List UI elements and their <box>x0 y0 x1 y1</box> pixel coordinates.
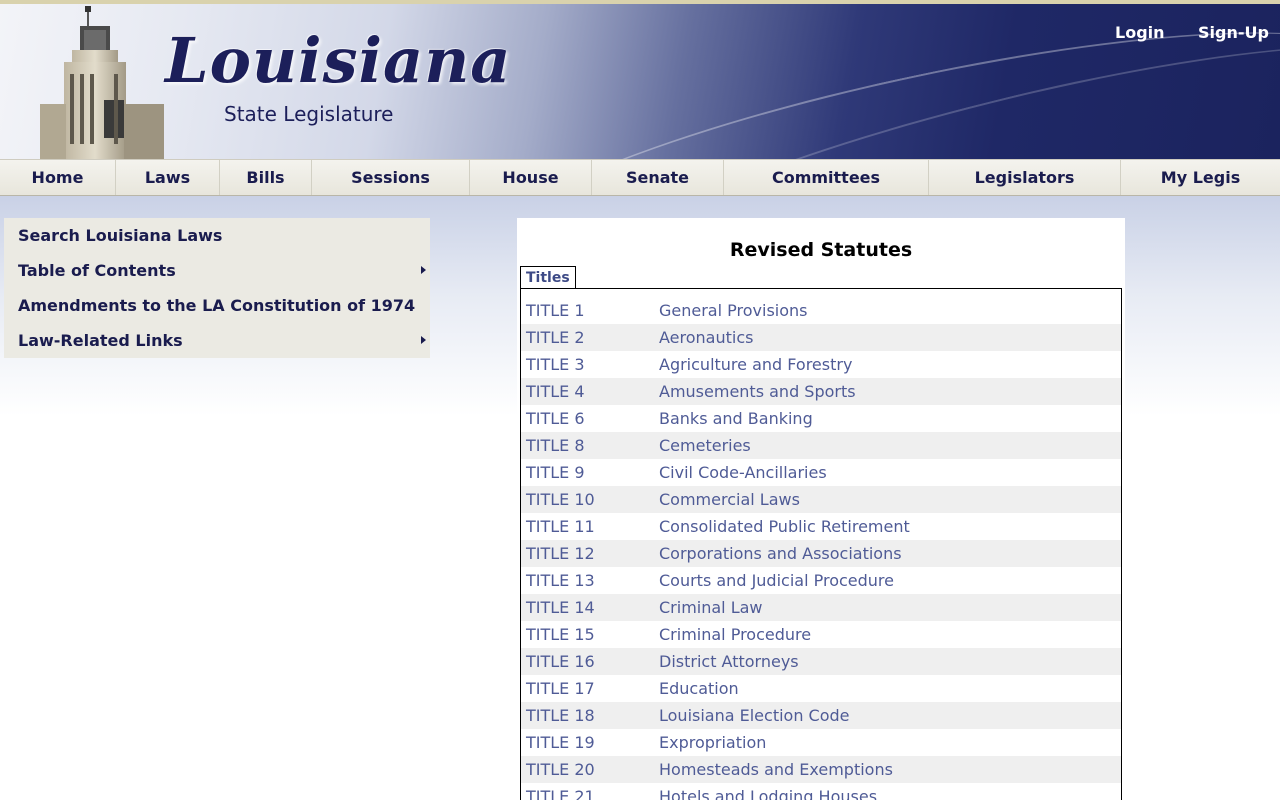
table-row: TITLE 18 Louisiana Election Code <box>521 702 1121 729</box>
table-row: TITLE 3 Agriculture and Forestry <box>521 351 1121 378</box>
sidebar-item-table-of-contents[interactable]: Table of Contents <box>4 253 430 288</box>
table-row: TITLE 6 Banks and Banking <box>521 405 1121 432</box>
title-number-link[interactable]: TITLE 1 <box>521 301 659 320</box>
title-name-link[interactable]: Aeronautics <box>659 328 753 347</box>
nav-item-senate[interactable]: Senate <box>592 160 724 195</box>
submenu-arrow-icon <box>421 266 426 274</box>
sidebar-item-search-laws[interactable]: Search Louisiana Laws <box>4 218 430 253</box>
sidebar-menu: Search Louisiana Laws Table of Contents … <box>4 218 430 358</box>
title-number-link[interactable]: TITLE 17 <box>521 679 659 698</box>
table-row: TITLE 2 Aeronautics <box>521 324 1121 351</box>
title-number-link[interactable]: TITLE 4 <box>521 382 659 401</box>
title-number-link[interactable]: TITLE 2 <box>521 328 659 347</box>
title-name-link[interactable]: Expropriation <box>659 733 766 752</box>
title-name-link[interactable]: Commercial Laws <box>659 490 800 509</box>
title-number-link[interactable]: TITLE 15 <box>521 625 659 644</box>
table-row: TITLE 21 Hotels and Lodging Houses <box>521 783 1121 800</box>
title-name-link[interactable]: Agriculture and Forestry <box>659 355 852 374</box>
main-content: Revised Statutes Titles TITLE 1 General P… <box>517 218 1125 800</box>
table-row: TITLE 12 Corporations and Associations <box>521 540 1121 567</box>
table-row: TITLE 8 Cemeteries <box>521 432 1121 459</box>
tab-titles[interactable]: Titles <box>520 266 576 288</box>
signup-link[interactable]: Sign-Up <box>1198 23 1269 42</box>
table-row: TITLE 1 General Provisions <box>521 297 1121 324</box>
table-row: TITLE 16 District Attorneys <box>521 648 1121 675</box>
submenu-arrow-icon <box>421 336 426 344</box>
title-number-link[interactable]: TITLE 3 <box>521 355 659 374</box>
title-number-link[interactable]: TITLE 20 <box>521 760 659 779</box>
title-number-link[interactable]: TITLE 19 <box>521 733 659 752</box>
site-header: Louisiana State Legislature Login Sign-U… <box>0 4 1280 159</box>
table-row: TITLE 19 Expropriation <box>521 729 1121 756</box>
title-number-link[interactable]: TITLE 18 <box>521 706 659 725</box>
nav-item-legislators[interactable]: Legislators <box>929 160 1121 195</box>
title-number-link[interactable]: TITLE 12 <box>521 544 659 563</box>
title-name-link[interactable]: Louisiana Election Code <box>659 706 850 725</box>
nav-item-committees[interactable]: Committees <box>724 160 929 195</box>
title-name-link[interactable]: Hotels and Lodging Houses <box>659 787 877 800</box>
nav-item-house[interactable]: House <box>470 160 592 195</box>
table-row: TITLE 9 Civil Code-Ancillaries <box>521 459 1121 486</box>
table-row: TITLE 15 Criminal Procedure <box>521 621 1121 648</box>
nav-item-home[interactable]: Home <box>0 160 116 195</box>
title-number-link[interactable]: TITLE 21 <box>521 787 659 800</box>
title-name-link[interactable]: Corporations and Associations <box>659 544 902 563</box>
logo-wordmark: Louisiana <box>165 24 512 97</box>
sidebar-item-label: Table of Contents <box>18 261 176 280</box>
title-name-link[interactable]: District Attorneys <box>659 652 799 671</box>
nav-item-bills[interactable]: Bills <box>220 160 312 195</box>
title-name-link[interactable]: Criminal Law <box>659 598 763 617</box>
titles-table: TITLE 1 General Provisions TITLE 2 Aeronau… <box>520 288 1122 800</box>
title-name-link[interactable]: Criminal Procedure <box>659 625 811 644</box>
top-strip <box>0 0 1280 4</box>
login-link[interactable]: Login <box>1115 23 1165 42</box>
table-row: TITLE 13 Courts and Judicial Procedure <box>521 567 1121 594</box>
table-row: TITLE 17 Education <box>521 675 1121 702</box>
title-number-link[interactable]: TITLE 13 <box>521 571 659 590</box>
title-name-link[interactable]: Civil Code-Ancillaries <box>659 463 827 482</box>
title-number-link[interactable]: TITLE 11 <box>521 517 659 536</box>
title-name-link[interactable]: Homesteads and Exemptions <box>659 760 893 779</box>
title-name-link[interactable]: General Provisions <box>659 301 807 320</box>
sidebar-item-label: Law-Related Links <box>18 331 183 350</box>
table-row: TITLE 4 Amusements and Sports <box>521 378 1121 405</box>
title-name-link[interactable]: Amusements and Sports <box>659 382 856 401</box>
title-number-link[interactable]: TITLE 16 <box>521 652 659 671</box>
capitol-building-image <box>40 6 164 159</box>
sidebar-item-label: Amendments to the LA Constitution of 197… <box>18 296 416 315</box>
title-name-link[interactable]: Banks and Banking <box>659 409 813 428</box>
table-row: TITLE 10 Commercial Laws <box>521 486 1121 513</box>
title-number-link[interactable]: TITLE 6 <box>521 409 659 428</box>
sidebar-item-label: Search Louisiana Laws <box>18 226 223 245</box>
title-name-link[interactable]: Cemeteries <box>659 436 751 455</box>
nav-item-sessions[interactable]: Sessions <box>312 160 470 195</box>
sidebar-item-law-related-links[interactable]: Law-Related Links <box>4 323 430 358</box>
nav-item-my-legis[interactable]: My Legis <box>1121 160 1280 195</box>
title-name-link[interactable]: Consolidated Public Retirement <box>659 517 910 536</box>
table-row: TITLE 20 Homesteads and Exemptions <box>521 756 1121 783</box>
title-number-link[interactable]: TITLE 14 <box>521 598 659 617</box>
page-title: Revised Statutes <box>729 239 913 261</box>
nav-item-laws[interactable]: Laws <box>116 160 220 195</box>
title-number-link[interactable]: TITLE 9 <box>521 463 659 482</box>
logo-subtitle: State Legislature <box>224 102 394 126</box>
sidebar-item-amendments[interactable]: Amendments to the LA Constitution of 197… <box>4 288 430 323</box>
table-row: TITLE 14 Criminal Law <box>521 594 1121 621</box>
title-name-link[interactable]: Education <box>659 679 739 698</box>
table-row: TITLE 11 Consolidated Public Retirement <box>521 513 1121 540</box>
main-nav: Home Laws Bills Sessions House Senate Co… <box>0 159 1280 196</box>
title-name-link[interactable]: Courts and Judicial Procedure <box>659 571 894 590</box>
title-number-link[interactable]: TITLE 10 <box>521 490 659 509</box>
title-number-link[interactable]: TITLE 8 <box>521 436 659 455</box>
